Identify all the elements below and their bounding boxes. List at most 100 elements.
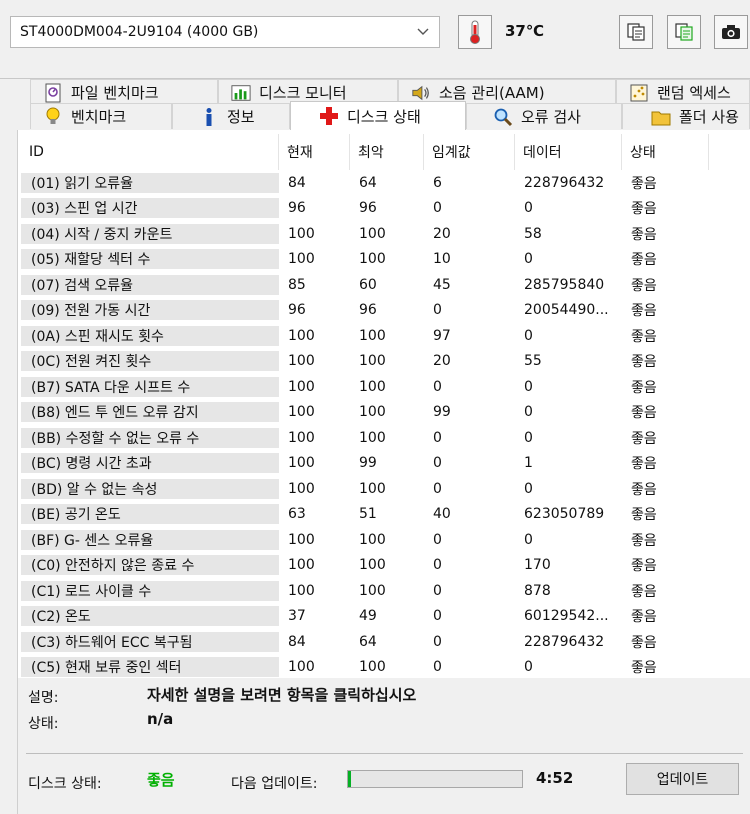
tab-folder-usage[interactable]: 폴더 사용 — [622, 103, 750, 129]
cell-status: 좋음 — [631, 201, 657, 218]
cell-current: 100 — [288, 455, 315, 472]
tab-label: 벤치마크 — [71, 108, 127, 126]
table-row[interactable]: (01) 읽기 오류율 84 64 6 228796432 좋음 — [21, 170, 750, 196]
drive-select[interactable]: ST4000DM004-2U9104 (4000 GB) — [10, 16, 440, 48]
table-row[interactable]: (BB) 수정할 수 없는 오류 수 100 100 0 0 좋음 — [21, 425, 750, 451]
table-row[interactable]: (09) 전원 가동 시간 96 96 0 20054490... 좋음 — [21, 298, 750, 324]
column-header-data[interactable]: 데이터 — [515, 134, 622, 170]
table-row[interactable]: (C1) 로드 사이클 수 100 100 0 878 좋음 — [21, 578, 750, 604]
cell-data: 170 — [524, 557, 551, 574]
cell-current: 100 — [288, 531, 315, 548]
cell-threshold: 0 — [433, 659, 442, 676]
table-row[interactable]: (0C) 전원 켜진 횟수 100 100 20 55 좋음 — [21, 349, 750, 375]
column-header-worst[interactable]: 최악 — [350, 134, 424, 170]
cell-id: (BF) G- 센스 오류율 — [21, 529, 279, 550]
cell-worst: 96 — [359, 302, 377, 319]
column-header-id[interactable]: ID — [21, 134, 279, 170]
cell-data: 60129542... — [524, 608, 609, 625]
table-row[interactable]: (B7) SATA 다운 시프트 수 100 100 0 0 좋음 — [21, 374, 750, 400]
cell-threshold: 0 — [433, 582, 442, 599]
cell-id: (09) 전원 가동 시간 — [21, 300, 279, 321]
cell-threshold: 99 — [433, 404, 451, 421]
copy-all-button[interactable] — [667, 15, 701, 49]
tab-label: 디스크 모니터 — [259, 84, 347, 102]
status-label: 상태: — [28, 716, 59, 732]
cell-status: 좋음 — [631, 252, 657, 269]
progress-fill — [348, 771, 352, 787]
table-row[interactable]: (C2) 온도 37 49 0 60129542... 좋음 — [21, 604, 750, 630]
cell-threshold: 0 — [433, 200, 442, 217]
cell-id: (0A) 스핀 재시도 횟수 — [21, 325, 279, 346]
cell-id: (BB) 수정할 수 없는 오류 수 — [21, 427, 279, 448]
table-row[interactable]: (BF) G- 센스 오류율 100 100 0 0 좋음 — [21, 527, 750, 553]
cell-status: 좋음 — [631, 558, 657, 575]
tab-disk-health[interactable]: 디스크 상태 — [290, 101, 466, 130]
cell-data: 0 — [524, 404, 533, 421]
cell-status: 좋음 — [631, 277, 657, 294]
table-row[interactable]: (0A) 스핀 재시도 횟수 100 100 97 0 좋음 — [21, 323, 750, 349]
cell-worst: 60 — [359, 276, 377, 293]
table-row[interactable]: (C5) 현재 보류 중인 섹터 100 100 0 0 좋음 — [21, 655, 750, 679]
cell-current: 100 — [288, 251, 315, 268]
tab-benchmark[interactable]: 벤치마크 — [30, 103, 172, 129]
cell-worst: 100 — [359, 327, 386, 344]
column-header-current[interactable]: 현재 — [279, 134, 350, 170]
cell-id: (B8) 엔드 투 엔드 오류 감지 — [21, 402, 279, 423]
cell-threshold: 0 — [433, 429, 442, 446]
description-text: 자세한 설명을 보려면 항목을 클릭하십시오 — [147, 686, 417, 704]
tab-label: 정보 — [227, 108, 255, 126]
table-row[interactable]: (07) 검색 오류율 85 60 45 285795840 좋음 — [21, 272, 750, 298]
cell-worst: 100 — [359, 353, 386, 370]
description-area: 설명: 자세한 설명을 보려면 항목을 클릭하십시오 상태: n/a 디스크 상… — [18, 678, 750, 814]
cell-status: 좋음 — [631, 303, 657, 320]
cell-threshold: 0 — [433, 455, 442, 472]
tab-random-access[interactable]: 랜덤 엑세스 — [616, 79, 750, 105]
table-row[interactable]: (C0) 안전하지 않은 종료 수 100 100 0 170 좋음 — [21, 553, 750, 579]
cell-id: (C1) 로드 사이클 수 — [21, 580, 279, 601]
cell-current: 84 — [288, 174, 306, 191]
cell-id: (C2) 온도 — [21, 606, 279, 627]
cell-worst: 96 — [359, 200, 377, 217]
column-header-status[interactable]: 상태 — [622, 134, 709, 170]
cell-worst: 64 — [359, 633, 377, 650]
cell-worst: 100 — [359, 429, 386, 446]
column-header-threshold[interactable]: 임계값 — [424, 134, 515, 170]
table-row[interactable]: (B8) 엔드 투 엔드 오류 감지 100 100 99 0 좋음 — [21, 400, 750, 426]
copy-all-icon — [675, 23, 693, 41]
cell-threshold: 0 — [433, 531, 442, 548]
cell-threshold: 20 — [433, 225, 451, 242]
cell-threshold: 6 — [433, 174, 442, 191]
cell-data: 623050789 — [524, 506, 605, 523]
cell-status: 좋음 — [631, 405, 657, 422]
screenshot-button[interactable] — [714, 15, 748, 49]
countdown: 4:52 — [536, 769, 574, 787]
tab-info[interactable]: 정보 — [172, 103, 290, 129]
lightbulb-icon — [43, 107, 63, 127]
table-row[interactable]: (04) 시작 / 중지 카운트 100 100 20 58 좋음 — [21, 221, 750, 247]
copy-button[interactable] — [619, 15, 653, 49]
table-row[interactable]: (05) 재할당 섹터 수 100 100 10 0 좋음 — [21, 247, 750, 273]
disk-status-label: 디스크 상태: — [28, 776, 102, 792]
cell-current: 96 — [288, 302, 306, 319]
tab-file-benchmark[interactable]: 파일 벤치마크 — [30, 79, 218, 105]
cell-worst: 100 — [359, 378, 386, 395]
cell-worst: 51 — [359, 506, 377, 523]
table-row[interactable]: (03) 스핀 업 시간 96 96 0 0 좋음 — [21, 196, 750, 222]
tab-label: 랜덤 엑세스 — [657, 84, 731, 102]
table-row[interactable]: (BC) 명령 시간 초과 100 99 0 1 좋음 — [21, 451, 750, 477]
cell-worst: 100 — [359, 557, 386, 574]
table-row[interactable]: (BD) 알 수 없는 속성 100 100 0 0 좋음 — [21, 476, 750, 502]
table-row[interactable]: (BE) 공기 온도 63 51 40 623050789 좋음 — [21, 502, 750, 528]
smart-attribute-list[interactable]: ID 현재 최악 임계값 데이터 상태 (01) 읽기 오류율 84 64 6 2287… — [21, 134, 750, 678]
cell-worst: 100 — [359, 480, 386, 497]
cell-current: 85 — [288, 276, 306, 293]
next-update-progress — [347, 770, 523, 788]
toolbar: ST4000DM004-2U9104 (4000 GB) 37℃ — [0, 0, 750, 79]
tab-error-scan[interactable]: 오류 검사 — [466, 103, 622, 129]
update-button[interactable]: 업데이트 — [626, 763, 739, 795]
cell-worst: 49 — [359, 608, 377, 625]
cell-data: 228796432 — [524, 633, 605, 650]
temperature-button[interactable] — [458, 15, 492, 49]
next-update-label: 다음 업데이트: — [231, 776, 318, 792]
table-row[interactable]: (C3) 하드웨어 ECC 복구됨 84 64 0 228796432 좋음 — [21, 629, 750, 655]
